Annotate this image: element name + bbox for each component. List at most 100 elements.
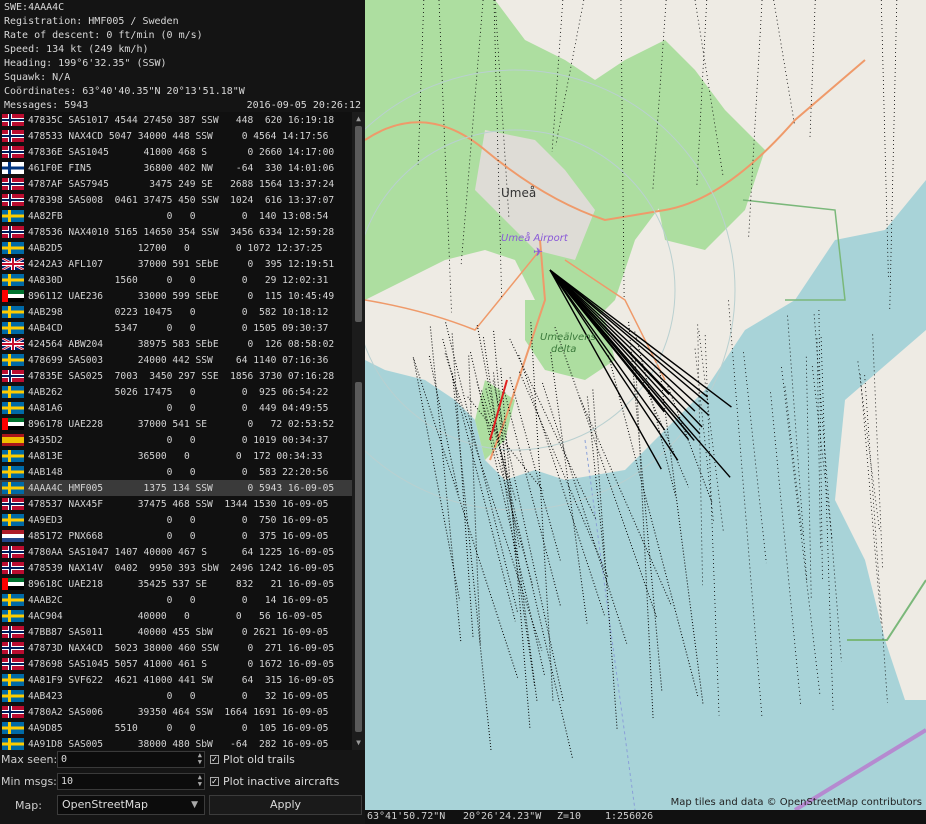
map-attribution: Map tiles and data © OpenStreetMap contr… — [670, 797, 922, 808]
aircraft-row[interactable]: 47835C SAS1017 4544 27450 387 SSW 448 62… — [0, 112, 352, 128]
aircraft-row[interactable]: 4AAA4C HMF005 1375 134 SSW 0 5943 16-09-… — [0, 480, 352, 496]
map-canvas[interactable]: Umeå Umeå Airport ✈ Umeälvens delta — [365, 0, 926, 810]
flag-se-icon — [2, 690, 24, 702]
aircraft-row[interactable]: 478698 SAS1045 5057 41000 461 S 0 1672 1… — [0, 656, 352, 672]
spin-arrows-icon[interactable]: ▲ ▼ — [198, 752, 202, 766]
aircraft-row-text: 4AB298 0223 10475 0 0 582 10:18:12 — [28, 306, 329, 318]
table-scrollbar[interactable]: ▲ ▼ — [352, 112, 365, 750]
aircraft-row-text: 485172 PNX668 0 0 0 375 16-09-05 — [28, 530, 329, 542]
aircraft-row[interactable]: 4AB4CD 5347 0 0 0 1505 09:30:37 — [0, 320, 352, 336]
scroll-down-icon[interactable]: ▼ — [354, 739, 363, 747]
aircraft-row[interactable]: 4242A3 AFL107 37000 591 SEbE 0 395 12:19… — [0, 256, 352, 272]
aircraft-row[interactable]: 4A81F9 SVF622 4621 41000 441 SW 64 315 1… — [0, 672, 352, 688]
aircraft-row-text: 896178 UAE228 37000 541 SE 0 72 02:53:52 — [28, 418, 335, 430]
spin-arrows-icon[interactable]: ▲ ▼ — [198, 774, 202, 788]
scroll-up-icon[interactable]: ▲ — [354, 115, 363, 123]
aircraft-row-text: 4AAB2C 0 0 0 14 16-09-05 — [28, 594, 329, 606]
registration: Registration: HMF005 / Sweden — [4, 16, 179, 27]
aircraft-row-text: 478698 SAS1045 5057 41000 461 S 0 1672 1… — [28, 658, 335, 670]
aircraft-row[interactable]: 896112 UAE236 33000 599 SEbE 0 115 10:45… — [0, 288, 352, 304]
trail-line — [805, 356, 812, 599]
aircraft-row[interactable]: 89618C UAE218 35425 537 SE 832 21 16-09-… — [0, 576, 352, 592]
flag-es-icon — [2, 434, 24, 446]
aircraft-row[interactable]: 478398 SAS008 0461 37475 450 SSW 1024 61… — [0, 192, 352, 208]
flag-no-icon — [2, 146, 24, 158]
min-msgs-spinbox[interactable]: 10 ▲ ▼ — [57, 773, 205, 790]
aircraft-row-text: 4AC904 40000 0 0 56 16-09-05 — [28, 610, 323, 622]
aircraft-row[interactable]: 3435D2 0 0 0 1019 00:34:37 — [0, 432, 352, 448]
trail-line — [784, 386, 804, 538]
map-view[interactable]: Umeå Umeå Airport ✈ Umeälvens delta Map … — [365, 0, 926, 810]
aircraft-row[interactable]: 4A813E 36500 0 0 172 00:34:33 — [0, 448, 352, 464]
aircraft-row[interactable]: 47BB87 SAS011 40000 455 SbW 0 2621 16-09… — [0, 624, 352, 640]
scrollbar-track-segment — [355, 382, 362, 732]
aircraft-row[interactable]: 478539 NAX14V 0402 9950 393 SbW 2496 124… — [0, 560, 352, 576]
coordinates: Coördinates: 63°40'40.35"N 20°13'51.18"W — [4, 86, 245, 97]
aircraft-row[interactable]: 4AB298 0223 10475 0 0 582 10:18:12 — [0, 304, 352, 320]
message-count: Messages: 5943 — [4, 100, 89, 111]
aircraft-row-text: 4780A2 SAS006 39350 464 SSW 1664 1691 16… — [28, 706, 329, 718]
checkbox-checked-icon[interactable]: ✓ — [210, 755, 219, 764]
airport-label: Umeå Airport — [501, 231, 569, 244]
aircraft-row-text: 478536 NAX4010 5165 14650 354 SSW 3456 6… — [28, 226, 335, 238]
aircraft-row[interactable]: 4AC904 40000 0 0 56 16-09-05 — [0, 608, 352, 624]
aircraft-row-text: 478539 NAX14V 0402 9950 393 SbW 2496 124… — [28, 562, 335, 574]
flag-ae-icon — [2, 578, 24, 590]
plot-old-trails-checkbox[interactable]: ✓ Plot old trails — [210, 753, 295, 766]
aircraft-row-text: 4A813E 36500 0 0 172 00:34:33 — [28, 450, 323, 462]
aircraft-row-text: 4A82FB 0 0 0 140 13:08:54 — [28, 210, 329, 222]
aircraft-row[interactable]: 4A91D8 SAS005 38000 480 SbW -64 282 16-0… — [0, 736, 352, 750]
max-seen-spinbox[interactable]: 0 ▲ ▼ — [57, 751, 205, 768]
aircraft-row-text: 4AB423 0 0 0 32 16-09-05 — [28, 690, 329, 702]
aircraft-row-text: 47835C SAS1017 4544 27450 387 SSW 448 62… — [28, 114, 335, 126]
aircraft-row[interactable]: 4780AA SAS1047 1407 40000 467 S 64 1225 … — [0, 544, 352, 560]
flag-no-icon — [2, 130, 24, 142]
plot-inactive-checkbox[interactable]: ✓ Plot inactive aircrafts — [210, 775, 339, 788]
aircraft-row[interactable]: 478537 NAX45F 37475 468 SSW 1344 1530 16… — [0, 496, 352, 512]
aircraft-row[interactable]: 461F0E FIN5 36800 402 NW -64 330 14:01:0… — [0, 160, 352, 176]
aircraft-row[interactable]: 4A9D85 5510 0 0 0 105 16-09-05 — [0, 720, 352, 736]
aircraft-row[interactable]: 4AB148 0 0 0 583 22:20:56 — [0, 464, 352, 480]
aircraft-row[interactable]: 4780A2 SAS006 39350 464 SSW 1664 1691 16… — [0, 704, 352, 720]
aircraft-row[interactable]: 4A9ED3 0 0 0 750 16-09-05 — [0, 512, 352, 528]
chevron-down-icon[interactable]: ▼ — [191, 796, 198, 814]
flag-se-icon — [2, 514, 24, 526]
flag-no-icon — [2, 178, 24, 190]
aircraft-row[interactable]: 47835E SAS025 7003 3450 297 SSE 1856 373… — [0, 368, 352, 384]
aircraft-row[interactable]: 4AAB2C 0 0 0 14 16-09-05 — [0, 592, 352, 608]
aircraft-row[interactable]: 4AB2D5 12700 0 0 1072 12:37:25 — [0, 240, 352, 256]
aircraft-row[interactable]: 47836E SAS1045 41000 468 S 0 2660 14:17:… — [0, 144, 352, 160]
aircraft-row[interactable]: 896178 UAE228 37000 541 SE 0 72 02:53:52 — [0, 416, 352, 432]
aircraft-row-text: 424564 ABW204 38975 583 SEbE 0 126 08:58… — [28, 338, 335, 350]
aircraft-row-text: 47835E SAS025 7003 3450 297 SSE 1856 373… — [28, 370, 335, 382]
aircraft-row[interactable]: 485172 PNX668 0 0 0 375 16-09-05 — [0, 528, 352, 544]
aircraft-row[interactable]: 4787AF SAS7945 3475 249 SE 2688 1564 13:… — [0, 176, 352, 192]
flag-se-icon — [2, 482, 24, 494]
aircraft-row[interactable]: 4A81A6 0 0 0 449 04:49:55 — [0, 400, 352, 416]
aircraft-row-text: 4A81A6 0 0 0 449 04:49:55 — [28, 402, 329, 414]
trail-line — [781, 367, 821, 695]
rate-of-descent: Rate of descent: 0 ft/min (0 m/s) — [4, 30, 203, 41]
checkbox-checked-icon[interactable]: ✓ — [210, 777, 219, 786]
aircraft-row[interactable]: 4AB423 0 0 0 32 16-09-05 — [0, 688, 352, 704]
aircraft-row[interactable]: 4A82FB 0 0 0 140 13:08:54 — [0, 208, 352, 224]
map-source-select[interactable]: OpenStreetMap ▼ — [57, 795, 205, 815]
flag-no-icon — [2, 562, 24, 574]
scrollbar-thumb[interactable] — [355, 126, 362, 322]
aircraft-row[interactable]: 478536 NAX4010 5165 14650 354 SSW 3456 6… — [0, 224, 352, 240]
aircraft-row[interactable]: 478533 NAX4CD 5047 34000 448 SSW 0 4564 … — [0, 128, 352, 144]
delta-label: delta — [551, 344, 576, 355]
aircraft-table[interactable]: 47835C SAS1017 4544 27450 387 SSW 448 62… — [0, 112, 352, 750]
aircraft-row[interactable]: 4A830D 1560 0 0 0 29 12:02:31 — [0, 272, 352, 288]
aircraft-row[interactable]: 478699 SAS003 24000 442 SSW 64 1140 07:1… — [0, 352, 352, 368]
aircraft-row-text: 478533 NAX4CD 5047 34000 448 SSW 0 4564 … — [28, 130, 329, 142]
flag-fi-icon — [2, 162, 24, 174]
trail-line — [770, 392, 802, 705]
aircraft-row[interactable]: 47873D NAX4CD 5023 38000 460 SSW 0 271 1… — [0, 640, 352, 656]
map-label: Map: — [15, 799, 42, 812]
aircraft-row[interactable]: 4AB262 5026 17475 0 0 925 06:54:22 — [0, 384, 352, 400]
map-scale: 1:256026 — [605, 811, 654, 822]
apply-button[interactable]: Apply — [209, 795, 362, 815]
flag-se-icon — [2, 354, 24, 366]
aircraft-row[interactable]: 424564 ABW204 38975 583 SEbE 0 126 08:58… — [0, 336, 352, 352]
